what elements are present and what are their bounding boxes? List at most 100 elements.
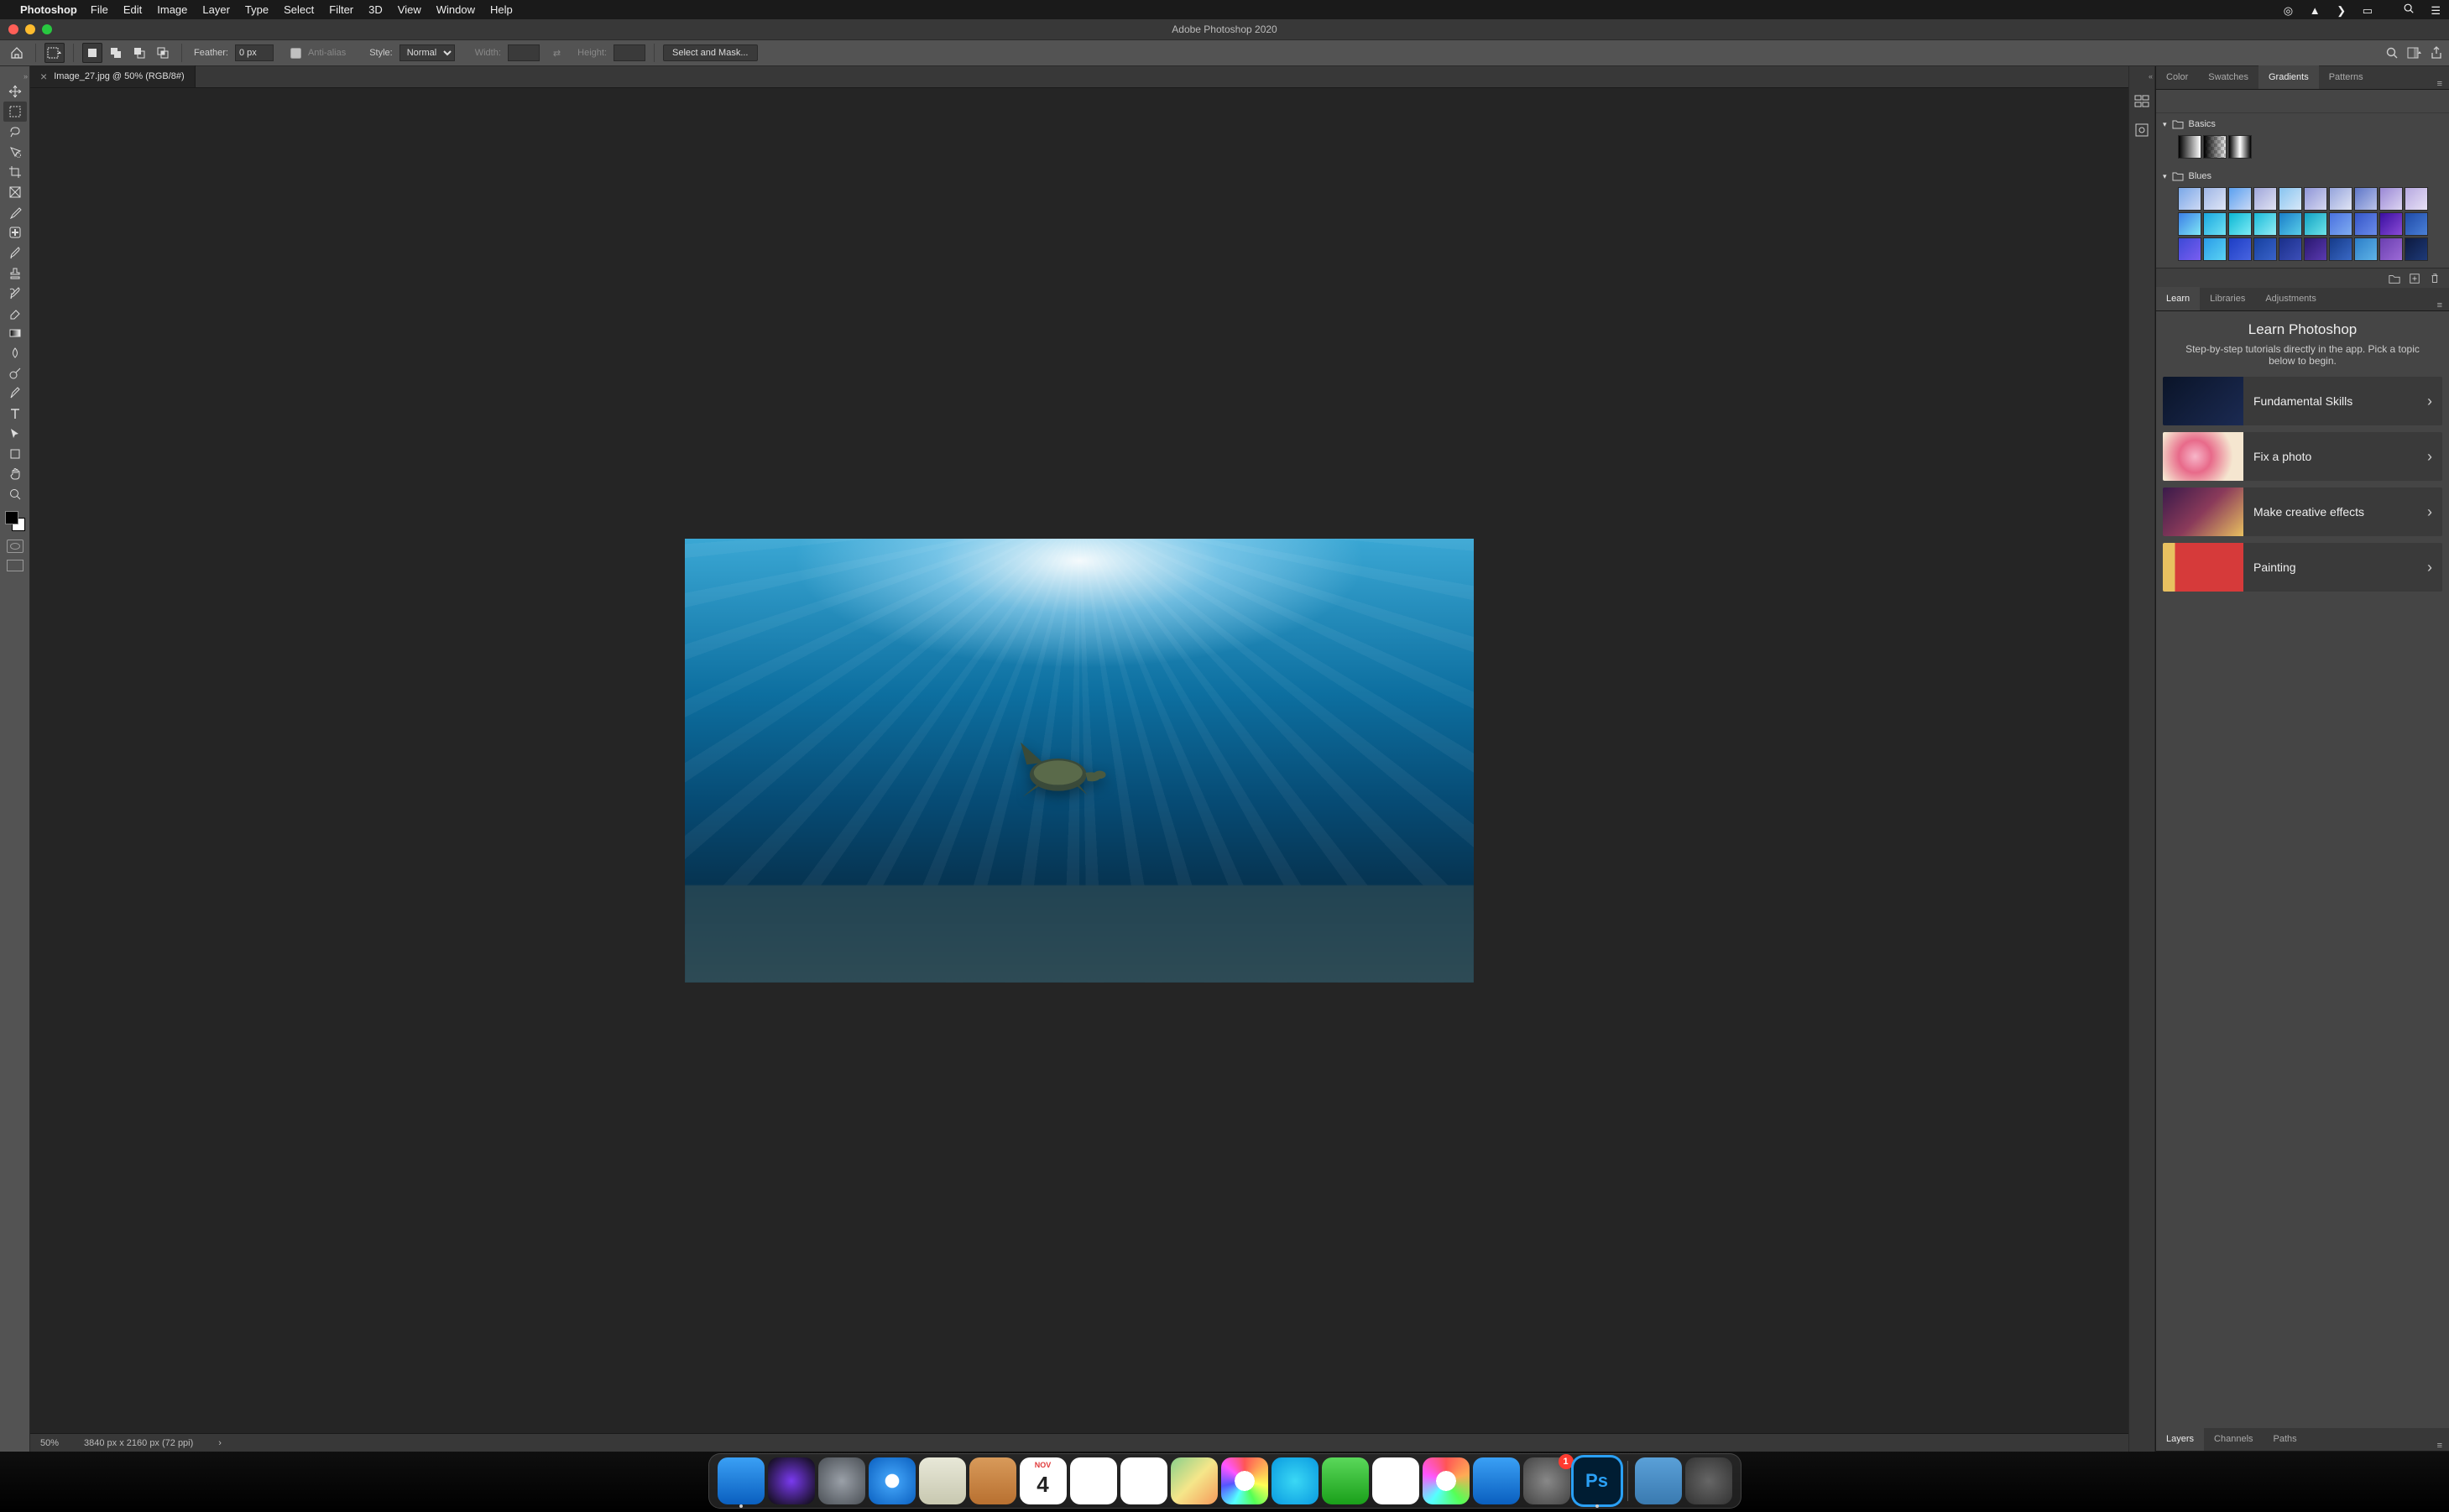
gradient-swatch[interactable]: [2304, 187, 2327, 211]
learn-tutorial-item[interactable]: Fundamental Skills›: [2163, 377, 2442, 425]
tab-learn[interactable]: Learn: [2156, 287, 2200, 310]
eyedropper-tool[interactable]: [3, 202, 27, 222]
dock-app-reminders[interactable]: [1120, 1457, 1167, 1504]
tab-paths[interactable]: Paths: [2264, 1427, 2307, 1451]
gradient-swatch[interactable]: [2228, 135, 2252, 159]
history-brush-tool[interactable]: [3, 283, 27, 303]
hand-tool[interactable]: [3, 464, 27, 484]
lasso-tool[interactable]: [3, 122, 27, 142]
control-center-icon[interactable]: ☰: [2431, 4, 2441, 17]
quick-mask-toggle[interactable]: [7, 540, 23, 553]
gradient-swatch[interactable]: [2304, 212, 2327, 236]
gradient-swatch[interactable]: [2354, 237, 2378, 261]
properties-panel-icon[interactable]: [2133, 122, 2150, 138]
stamp-tool[interactable]: [3, 263, 27, 283]
share-icon[interactable]: [2431, 46, 2442, 60]
gradient-swatch[interactable]: [2253, 187, 2277, 211]
gradient-swatch[interactable]: [2178, 212, 2201, 236]
frame-tool[interactable]: [3, 182, 27, 202]
dock-app-launchpad[interactable]: [818, 1457, 865, 1504]
gradient-swatch[interactable]: [2253, 212, 2277, 236]
dock-app-messages[interactable]: [1271, 1457, 1318, 1504]
gradient-swatch[interactable]: [2178, 237, 2201, 261]
menu-type[interactable]: Type: [245, 3, 269, 16]
history-panel-icon[interactable]: [2133, 93, 2150, 110]
dock-app-downloads[interactable]: [1635, 1457, 1682, 1504]
menu-image[interactable]: Image: [157, 3, 187, 16]
feather-input[interactable]: [235, 44, 274, 61]
gradient-search-row[interactable]: [2156, 90, 2449, 113]
dock-app-finder[interactable]: [718, 1457, 765, 1504]
foreground-color-swatch[interactable]: [5, 511, 18, 524]
gradient-swatch[interactable]: [2203, 212, 2227, 236]
search-icon[interactable]: [2385, 46, 2399, 60]
blur-tool[interactable]: [3, 343, 27, 363]
canvas[interactable]: [685, 539, 1474, 983]
learn-tutorial-item[interactable]: Make creative effects›: [2163, 487, 2442, 536]
menu-window[interactable]: Window: [436, 3, 475, 16]
gradient-swatch[interactable]: [2203, 187, 2227, 211]
menu-3d[interactable]: 3D: [368, 3, 383, 16]
menu-help[interactable]: Help: [490, 3, 513, 16]
dock-app-safari[interactable]: [869, 1457, 916, 1504]
gradient-swatch[interactable]: [2379, 212, 2403, 236]
selection-new-button[interactable]: [82, 43, 102, 63]
menu-view[interactable]: View: [398, 3, 421, 16]
app-menu[interactable]: Photoshop: [20, 3, 77, 16]
brush-tool[interactable]: [3, 242, 27, 263]
menu-edit[interactable]: Edit: [123, 3, 142, 16]
document-tab[interactable]: × Image_27.jpg @ 50% (RGB/8#): [30, 65, 196, 87]
menu-layer[interactable]: Layer: [202, 3, 230, 16]
dock-app-music[interactable]: [1423, 1457, 1470, 1504]
window-maximize-button[interactable]: [42, 24, 52, 34]
dock-app-mail[interactable]: [919, 1457, 966, 1504]
dock-app-notes[interactable]: [1070, 1457, 1117, 1504]
gradient-group-header[interactable]: ▾Blues: [2163, 167, 2442, 185]
dock-app-photos[interactable]: [1221, 1457, 1268, 1504]
panel-menu-icon[interactable]: ≡: [2431, 1441, 2449, 1451]
dock-app-siri[interactable]: [768, 1457, 815, 1504]
tab-adjustments[interactable]: Adjustments: [2255, 287, 2326, 310]
quick-select-tool[interactable]: [3, 142, 27, 162]
crop-tool[interactable]: [3, 162, 27, 182]
zoom-readout[interactable]: 50%: [40, 1438, 59, 1448]
delete-gradient-icon[interactable]: [2429, 273, 2441, 284]
dock-app-trash[interactable]: [1685, 1457, 1732, 1504]
tab-color[interactable]: Color: [2156, 65, 2198, 89]
gradient-swatch[interactable]: [2329, 212, 2352, 236]
bluetooth-icon[interactable]: ❯: [2337, 4, 2346, 17]
dock-expand-handle[interactable]: «: [2129, 71, 2154, 81]
spotlight-icon[interactable]: [2389, 4, 2418, 17]
gradient-group-header[interactable]: ▾Basics: [2163, 115, 2442, 133]
gradient-swatch[interactable]: [2228, 237, 2252, 261]
window-close-button[interactable]: [8, 24, 18, 34]
select-and-mask-button[interactable]: Select and Mask...: [663, 44, 758, 61]
tab-channels[interactable]: Channels: [2204, 1427, 2263, 1451]
tab-layers[interactable]: Layers: [2156, 1427, 2204, 1451]
selection-add-button[interactable]: [106, 43, 126, 63]
marquee-preset-dropdown[interactable]: [44, 43, 65, 63]
disclosure-triangle-icon[interactable]: ▾: [2163, 120, 2167, 129]
tab-libraries[interactable]: Libraries: [2200, 287, 2255, 310]
gradient-swatch[interactable]: [2279, 187, 2302, 211]
dock-app-preferences[interactable]: 1: [1523, 1457, 1570, 1504]
color-swatches[interactable]: [3, 509, 27, 533]
dock-app-photoshop[interactable]: Ps: [1574, 1457, 1621, 1504]
window-minimize-button[interactable]: [25, 24, 35, 34]
dock-app-appstore[interactable]: [1473, 1457, 1520, 1504]
shape-tool[interactable]: [3, 444, 27, 464]
gradient-swatch[interactable]: [2253, 237, 2277, 261]
gradient-swatch[interactable]: [2329, 187, 2352, 211]
dock-app-contacts[interactable]: [969, 1457, 1016, 1504]
marquee-tool[interactable]: [3, 102, 27, 122]
gradient-swatch[interactable]: [2203, 237, 2227, 261]
canvas-viewport[interactable]: [30, 88, 2128, 1433]
gradient-swatch[interactable]: [2379, 187, 2403, 211]
gradient-swatch[interactable]: [2228, 212, 2252, 236]
panel-menu-icon[interactable]: ≡: [2431, 79, 2449, 89]
zoom-tool[interactable]: [3, 484, 27, 504]
gradient-swatch[interactable]: [2405, 212, 2428, 236]
gradient-swatch[interactable]: [2178, 135, 2201, 159]
learn-tutorial-item[interactable]: Fix a photo›: [2163, 432, 2442, 481]
type-tool[interactable]: [3, 404, 27, 424]
